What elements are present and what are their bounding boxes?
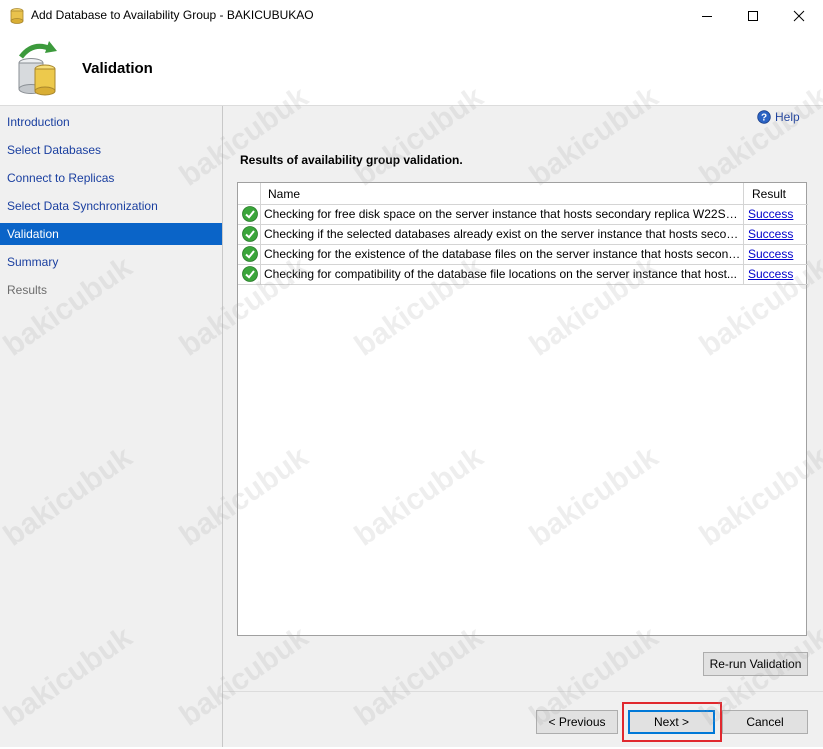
success-check-icon — [242, 246, 258, 262]
table-row[interactable]: Checking for compatibility of the databa… — [238, 264, 808, 285]
help-label: Help — [775, 110, 800, 124]
close-button[interactable] — [776, 0, 822, 31]
row-name: Checking for compatibility of the databa… — [264, 267, 737, 281]
window-title: Add Database to Availability Group - BAK… — [31, 8, 314, 22]
table-row[interactable]: Checking for the existence of the databa… — [238, 244, 808, 265]
help-link[interactable]: ? Help — [757, 110, 800, 124]
next-button[interactable]: Next > — [628, 710, 715, 734]
footer-divider — [223, 691, 823, 692]
column-header-name[interactable]: Name — [268, 187, 300, 201]
sidebar-item-results: Results — [7, 283, 48, 297]
row-result-link[interactable]: Success — [748, 247, 793, 261]
sidebar-item-connect-to-replicas[interactable]: Connect to Replicas — [0, 167, 222, 189]
results-heading: Results of availability group validation… — [240, 153, 463, 167]
success-check-icon — [242, 266, 258, 282]
row-name: Checking for free disk space on the serv… — [264, 207, 742, 221]
help-icon: ? — [757, 110, 771, 124]
column-header-result[interactable]: Result — [752, 187, 786, 201]
success-check-icon — [242, 226, 258, 242]
success-check-icon — [242, 206, 258, 222]
wizard-header: Validation — [0, 31, 823, 106]
row-result-link[interactable]: Success — [748, 267, 793, 281]
maximize-button[interactable] — [730, 0, 776, 31]
maximize-icon — [748, 10, 758, 21]
sidebar-item-introduction[interactable]: Introduction — [0, 111, 222, 133]
sidebar-item-select-data-synchronization[interactable]: Select Data Synchronization — [0, 195, 222, 217]
cancel-button[interactable]: Cancel — [722, 710, 808, 734]
title-bar: Add Database to Availability Group - BAK… — [0, 0, 823, 31]
previous-button[interactable]: < Previous — [536, 710, 618, 734]
page-title: Validation — [82, 60, 153, 77]
database-sync-icon — [18, 41, 57, 96]
wizard-content: ? Help Results of availability group val… — [223, 106, 823, 747]
table-row[interactable]: Checking if the selected databases alrea… — [238, 224, 808, 245]
row-name: Checking for the existence of the databa… — [264, 247, 742, 261]
validation-results-table: Name Result Checking for free disk space… — [237, 182, 808, 636]
minimize-button[interactable] — [684, 0, 730, 31]
table-row[interactable]: Checking for free disk space on the serv… — [238, 204, 808, 225]
svg-text:?: ? — [761, 113, 767, 124]
close-icon — [793, 10, 805, 21]
wizard-sidebar: Introduction Select Databases Connect to… — [0, 106, 223, 747]
row-result-link[interactable]: Success — [748, 227, 793, 241]
sidebar-item-summary[interactable]: Summary — [0, 251, 222, 273]
rerun-validation-button[interactable]: Re-run Validation — [703, 652, 808, 676]
row-name: Checking if the selected databases alrea… — [264, 227, 742, 241]
table-header: Name Result — [238, 183, 808, 205]
app-icon — [10, 8, 24, 24]
sidebar-item-select-databases[interactable]: Select Databases — [0, 139, 222, 161]
sidebar-item-validation[interactable]: Validation — [0, 223, 222, 245]
minimize-icon — [702, 15, 712, 17]
row-result-link[interactable]: Success — [748, 207, 793, 221]
